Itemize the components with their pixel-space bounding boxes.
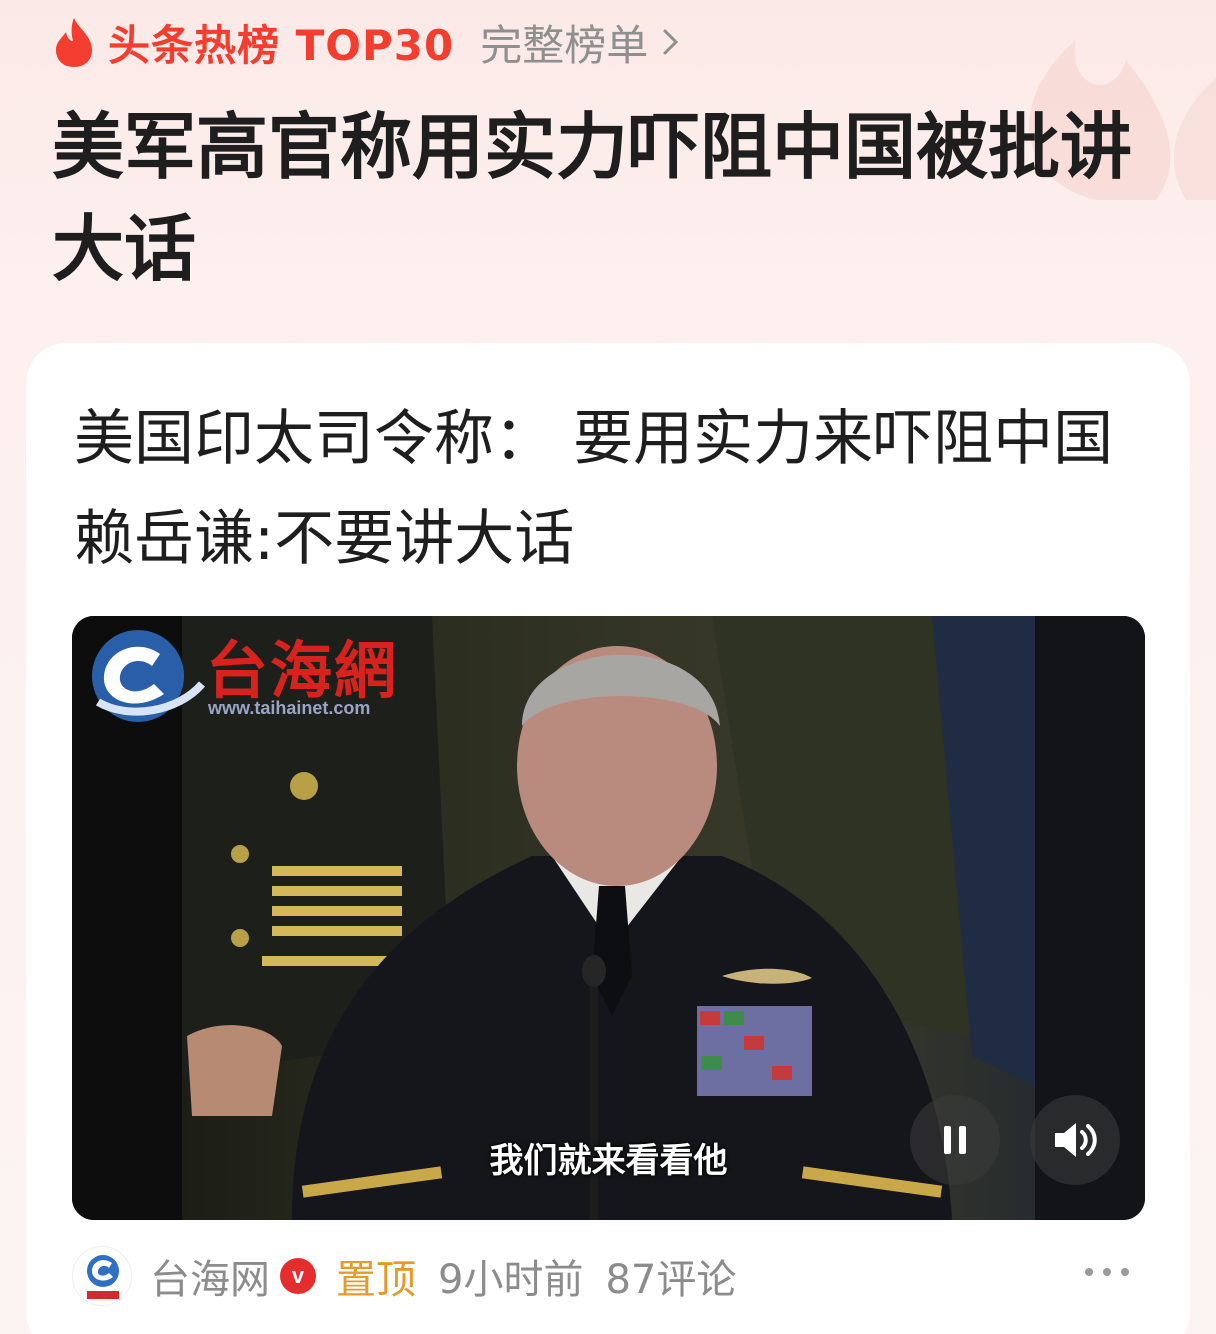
- source-name[interactable]: 台海网: [150, 1247, 270, 1305]
- pause-button[interactable]: [910, 1095, 1000, 1185]
- publish-time: 9小时前: [438, 1257, 584, 1303]
- video-player[interactable]: 台海網 www.taihainet.com 我们就来看看他: [72, 616, 1145, 1220]
- full-list-link[interactable]: 完整榜单: [480, 12, 680, 73]
- volume-button[interactable]: [1030, 1095, 1120, 1185]
- flame-icon: [56, 18, 92, 67]
- pinned-label: 置顶: [336, 1257, 416, 1303]
- taihainet-logo-icon: [92, 630, 206, 722]
- source-avatar[interactable]: [72, 1246, 132, 1306]
- chevron-right-icon: [663, 29, 679, 55]
- pause-icon: [944, 1126, 966, 1154]
- hot-list-title: 头条热榜 TOP30: [108, 20, 455, 70]
- watermark-text: 台海網: [206, 634, 399, 707]
- hot-topic-headline[interactable]: 美军高官称用实力吓阻中国被批讲大话: [52, 96, 1152, 300]
- more-options-icon[interactable]: [1082, 1262, 1132, 1282]
- verified-badge: v: [280, 1258, 316, 1294]
- news-card[interactable]: 美国印太司令称： 要用实力来吓阻中国 赖岳谦:不要讲大话 台海網 www.tai…: [26, 343, 1190, 1334]
- comment-count[interactable]: 87评论: [605, 1247, 736, 1305]
- hot-list-header[interactable]: 头条热榜 TOP30 完整榜单: [52, 14, 680, 70]
- article-title[interactable]: 美国印太司令称： 要用实力来吓阻中国 赖岳谦:不要讲大话: [74, 389, 1144, 589]
- watermark-url: www.taihainet.com: [208, 698, 371, 718]
- full-list-label: 完整榜单: [480, 20, 649, 70]
- taihainet-avatar-icon: [87, 1255, 119, 1299]
- speaker-icon: [1055, 1123, 1097, 1157]
- card-footer: 台海网 v 置顶 9小时前 87评论: [72, 1236, 1142, 1316]
